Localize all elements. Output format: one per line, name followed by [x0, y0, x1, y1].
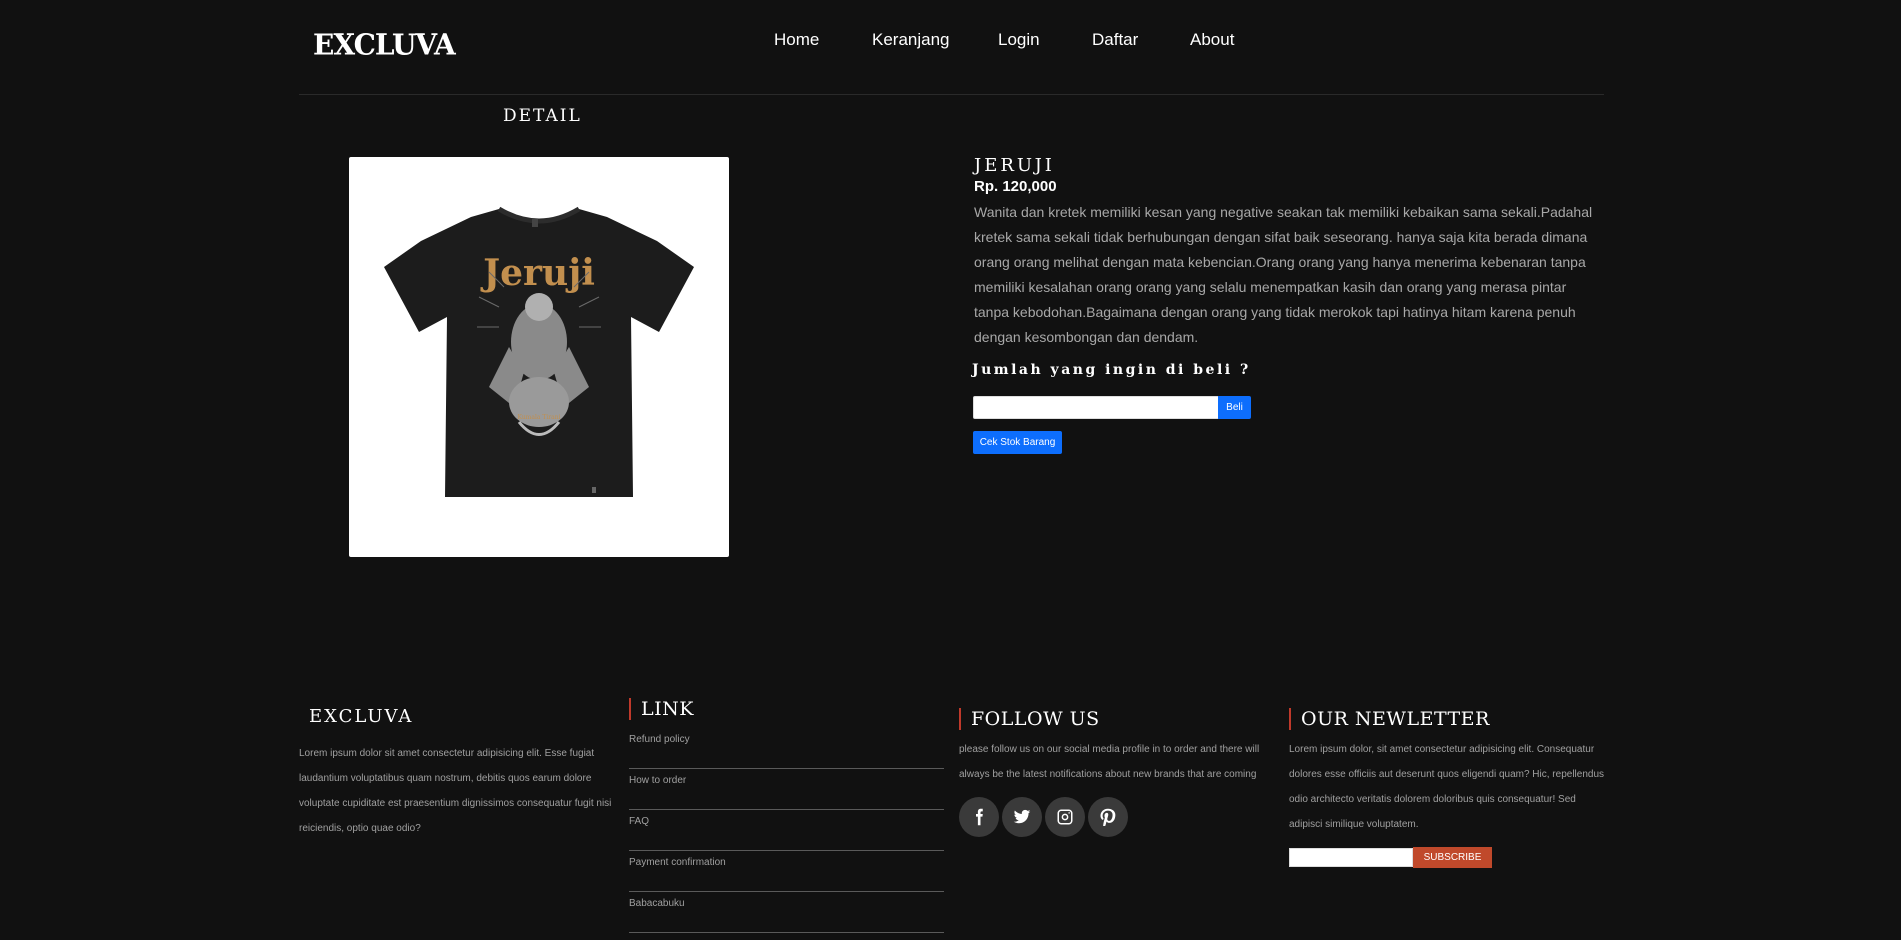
footer-link-refund[interactable]: Refund policy [629, 728, 944, 769]
footer-newsletter-title: OUR NEWLETTER [1289, 708, 1604, 730]
pinterest-icon[interactable] [1088, 797, 1128, 837]
footer-link-payment[interactable]: Payment confirmation [629, 851, 944, 892]
newsletter-form: SUBSCRIBE [1289, 847, 1604, 868]
twitter-icon[interactable] [1002, 797, 1042, 837]
nav-daftar[interactable]: Daftar [1092, 30, 1138, 50]
footer-brand-title: EXCLUVA [309, 706, 414, 727]
buy-button[interactable]: Beli [1218, 396, 1251, 419]
print-subtitle: Kumala Tirani [517, 414, 560, 421]
footer-links: LINK Refund policy How to order FAQ Paym… [629, 698, 944, 933]
quantity-label: Jumlah yang ingin di beli ? [972, 362, 1251, 378]
site-logo[interactable]: EXCLUVA [313, 27, 456, 62]
footer-links-title: LINK [629, 698, 944, 720]
footer-link-babacabuku[interactable]: Babacabuku [629, 892, 944, 933]
check-stock-button[interactable]: Cek Stok Barang [973, 431, 1062, 454]
footer-newsletter: OUR NEWLETTER Lorem ipsum dolor, sit ame… [1289, 708, 1604, 868]
nav-home[interactable]: Home [774, 30, 819, 50]
facebook-icon[interactable] [959, 797, 999, 837]
footer-newsletter-text: Lorem ipsum dolor, sit amet consectetur … [1289, 744, 1605, 830]
print-title: Jeruji [480, 252, 595, 294]
footer-brand-text: Lorem ipsum dolor sit amet consectetur a… [299, 748, 612, 834]
footer-follow-title: FOLLOW US [959, 708, 1269, 730]
social-links [959, 797, 1269, 837]
product-description: Wanita dan kretek memiliki kesan yang ne… [974, 204, 1593, 345]
footer-link-faq[interactable]: FAQ [629, 810, 944, 851]
footer-follow-text: please follow us on our social media pro… [959, 744, 1260, 780]
instagram-icon[interactable] [1045, 797, 1085, 837]
footer-link-how-to-order[interactable]: How to order [629, 769, 944, 810]
footer-follow: FOLLOW US please follow us on our social… [959, 708, 1269, 837]
quantity-input[interactable] [973, 396, 1219, 419]
subscribe-button[interactable]: SUBSCRIBE [1413, 847, 1492, 868]
nav-about[interactable]: About [1190, 30, 1234, 50]
tshirt-illustration: Jeruji Kumala Tirani [384, 206, 694, 497]
section-title: DETAIL [503, 106, 582, 126]
product-price: Rp. 120,000 [974, 178, 1057, 195]
product-image: Jeruji Kumala Tirani [349, 157, 729, 557]
newsletter-email-input[interactable] [1289, 848, 1413, 867]
nav-login[interactable]: Login [998, 30, 1040, 50]
nav-keranjang[interactable]: Keranjang [872, 30, 950, 50]
footer-brand: EXCLUVA Lorem ipsum dolor sit amet conse… [299, 706, 617, 841]
header-divider [299, 94, 1604, 95]
product-name: JERUJI [974, 155, 1055, 176]
